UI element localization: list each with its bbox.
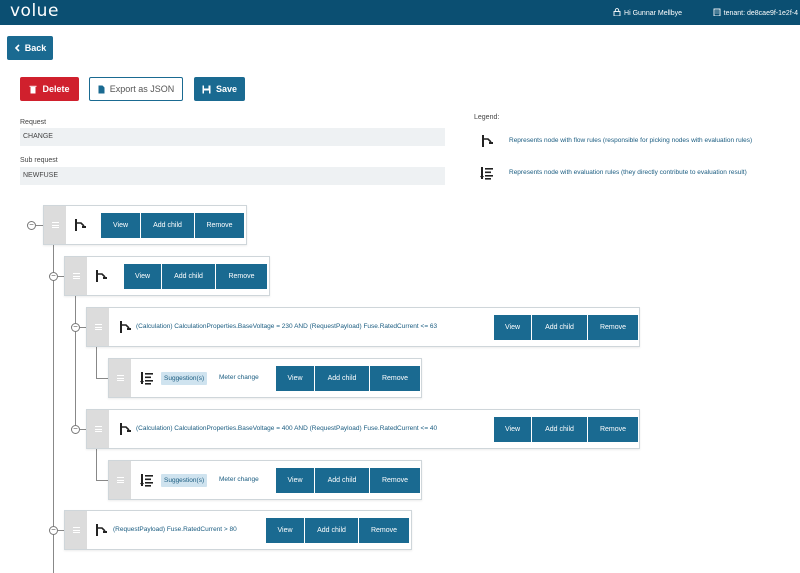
app-logo[interactable]: volue [10,1,59,21]
add-child-button[interactable]: Add child [315,468,369,493]
add-child-button[interactable]: Add child [162,264,215,289]
tenant-selector[interactable]: tenant: de8cae9f-1e2f-4 [713,8,798,17]
tree-node: View Add child Remove [64,256,270,296]
save-button[interactable]: Save [194,77,245,101]
save-label: Save [215,84,238,94]
tenant-id: tenant: de8cae9f-1e2f-4 [723,10,798,17]
request-label: Request [20,119,47,126]
node-rule-text: Meter change [219,476,259,483]
top-bar: volue Hi Gunnar Mellbye tenant: de8cae9f… [0,0,800,25]
user-name: Hi Gunnar Mellbye [624,10,682,17]
evaluation-rule-icon [140,372,153,385]
flow-rule-icon [75,219,86,231]
drag-handle[interactable] [87,308,109,346]
export-json-button[interactable]: Export as JSON [89,77,183,101]
legend-eval-text: Represents node with evaluation rules (t… [509,169,747,176]
back-button[interactable]: Back [7,36,53,60]
tree-node-root: View Add child Remove [43,205,247,245]
node-rule-text: (RequestPayload) Fuse.RatedCurrent > 80 [113,526,237,533]
evaluation-rule-icon [480,167,493,180]
delete-label: Delete [42,84,70,94]
collapse-toggle[interactable]: − [71,425,80,434]
connector [96,347,97,379]
add-child-button[interactable]: Add child [532,315,587,340]
drag-handle[interactable] [87,410,109,448]
flow-rule-icon [120,321,131,333]
remove-button[interactable]: Remove [370,366,420,391]
back-label: Back [24,43,47,53]
delete-button[interactable]: Delete [20,77,79,101]
node-rule-text: (Calculation) CalculationProperties.Base… [136,323,438,330]
view-button[interactable]: View [276,366,314,391]
drag-handle[interactable] [44,206,66,244]
connector [75,296,76,431]
flow-rule-icon [96,524,107,536]
remove-button[interactable]: Remove [588,315,638,340]
add-child-button[interactable]: Add child [141,213,194,238]
connector [96,480,108,481]
connector [96,449,97,481]
view-button[interactable]: View [494,315,531,340]
remove-button[interactable]: Remove [359,518,409,543]
legend-title: Legend: [474,114,500,121]
collapse-toggle[interactable]: − [49,526,58,535]
connector [96,378,108,379]
chevron-left-icon [14,44,20,52]
node-rule-text: Meter change [219,374,259,381]
request-field[interactable]: CHANGE [20,128,445,146]
drag-handle[interactable] [65,511,87,549]
remove-button[interactable]: Remove [588,417,638,442]
tree-node: Suggestion(s) Meter change View Add chil… [108,460,422,500]
add-child-button[interactable]: Add child [305,518,358,543]
subrequest-field[interactable]: NEWFUSE [20,167,445,185]
export-label: Export as JSON [109,84,175,94]
collapse-toggle[interactable]: − [71,323,80,332]
collapse-toggle[interactable]: − [49,272,58,281]
collapse-toggle[interactable]: − [27,221,36,230]
view-button[interactable]: View [124,264,161,289]
flow-rule-icon [96,270,107,282]
building-icon [713,8,721,16]
drag-handle[interactable] [109,461,131,499]
view-button[interactable]: View [494,417,531,442]
remove-button[interactable]: Remove [195,213,244,238]
drag-handle[interactable] [65,257,87,295]
flow-rule-icon [120,423,131,435]
flow-rule-icon [482,135,493,147]
evaluation-rule-icon [140,474,153,487]
add-child-button[interactable]: Add child [532,417,587,442]
suggestion-tag: Suggestion(s) [161,372,208,385]
tree-node: Suggestion(s) Meter change View Add chil… [108,358,422,398]
trash-icon [29,85,37,93]
subrequest-label: Sub request [20,157,58,164]
view-button[interactable]: View [101,213,140,238]
save-icon [202,85,211,93]
tree-node: (Calculation) CalculationProperties.Base… [86,307,640,347]
file-icon [98,85,105,93]
tree-node: (Calculation) CalculationProperties.Base… [86,409,640,449]
suggestion-tag: Suggestion(s) [161,474,208,487]
node-rule-text: (Calculation) CalculationProperties.Base… [136,425,438,432]
remove-button[interactable]: Remove [216,264,267,289]
lock-icon [613,8,621,16]
user-greeting[interactable]: Hi Gunnar Mellbye [613,8,682,17]
view-button[interactable]: View [266,518,304,543]
remove-button[interactable]: Remove [370,468,420,493]
drag-handle[interactable] [109,359,131,397]
legend-flow-text: Represents node with flow rules (respons… [509,137,753,144]
view-button[interactable]: View [276,468,314,493]
connector [53,245,54,573]
add-child-button[interactable]: Add child [315,366,369,391]
tree-node: (RequestPayload) Fuse.RatedCurrent > 80 … [64,510,412,550]
